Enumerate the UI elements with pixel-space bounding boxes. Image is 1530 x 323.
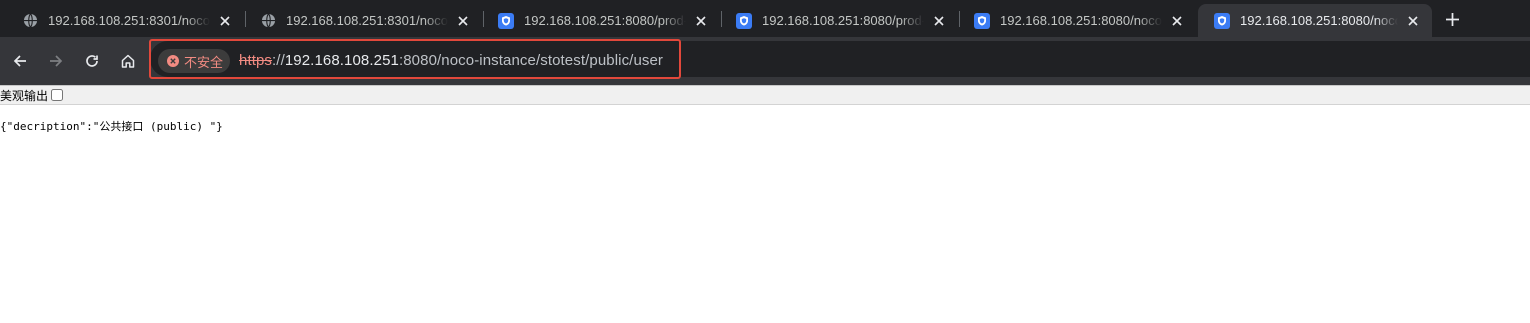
close-icon[interactable] [692, 12, 710, 30]
reload-button[interactable] [79, 48, 105, 74]
close-icon[interactable] [216, 12, 234, 30]
shield-icon [1214, 12, 1230, 29]
shield-icon [736, 12, 752, 29]
tab-4[interactable]: 192.168.108.251:8080/prod-api [720, 4, 958, 37]
forward-button[interactable] [43, 48, 69, 74]
prettify-label: 美观输出 [0, 88, 49, 103]
tab-6-active[interactable]: 192.168.108.251:8080/noco-instance [1198, 4, 1432, 37]
home-icon [121, 54, 135, 68]
shield-icon [498, 12, 514, 29]
prettify-bar: 美观输出 [0, 86, 1530, 105]
prettify-checkbox[interactable] [51, 89, 64, 101]
close-icon[interactable] [1168, 12, 1186, 30]
arrow-right-icon [50, 55, 63, 67]
tab-strip: 192.168.108.251:8301/noco-instance 192.1… [0, 0, 1530, 37]
json-response: {"decription":"公共接口 (public) "} [0, 120, 223, 133]
close-icon[interactable] [930, 12, 948, 30]
tab-title: 192.168.108.251:8080/prod-api [524, 13, 686, 28]
tab-1[interactable]: 192.168.108.251:8301/noco-instance [6, 4, 244, 37]
tab-title: 192.168.108.251:8301/noco-instance [48, 13, 210, 28]
tab-title: 192.168.108.251:8080/noco-instance [1240, 13, 1398, 28]
tab-3[interactable]: 192.168.108.251:8080/prod-api [482, 4, 720, 37]
back-button[interactable] [7, 48, 33, 74]
globe-icon [22, 13, 38, 29]
arrow-left-icon [13, 55, 26, 67]
shield-icon [974, 12, 990, 29]
reload-icon [86, 55, 98, 67]
tab-5[interactable]: 192.168.108.251:8080/noco-instance [958, 4, 1196, 37]
url-highlight-box [149, 39, 681, 79]
close-icon[interactable] [1404, 12, 1422, 30]
tab-2[interactable]: 192.168.108.251:8301/noco-instance [244, 4, 482, 37]
globe-icon [260, 13, 276, 29]
tab-title: 192.168.108.251:8080/noco-instance [1000, 13, 1162, 28]
home-button[interactable] [115, 48, 141, 74]
tab-title: 192.168.108.251:8080/prod-api [762, 13, 924, 28]
close-icon[interactable] [454, 12, 472, 30]
new-tab-button[interactable] [1441, 8, 1463, 30]
tab-title: 192.168.108.251:8301/noco-instance [286, 13, 448, 28]
plus-icon [1445, 12, 1459, 26]
